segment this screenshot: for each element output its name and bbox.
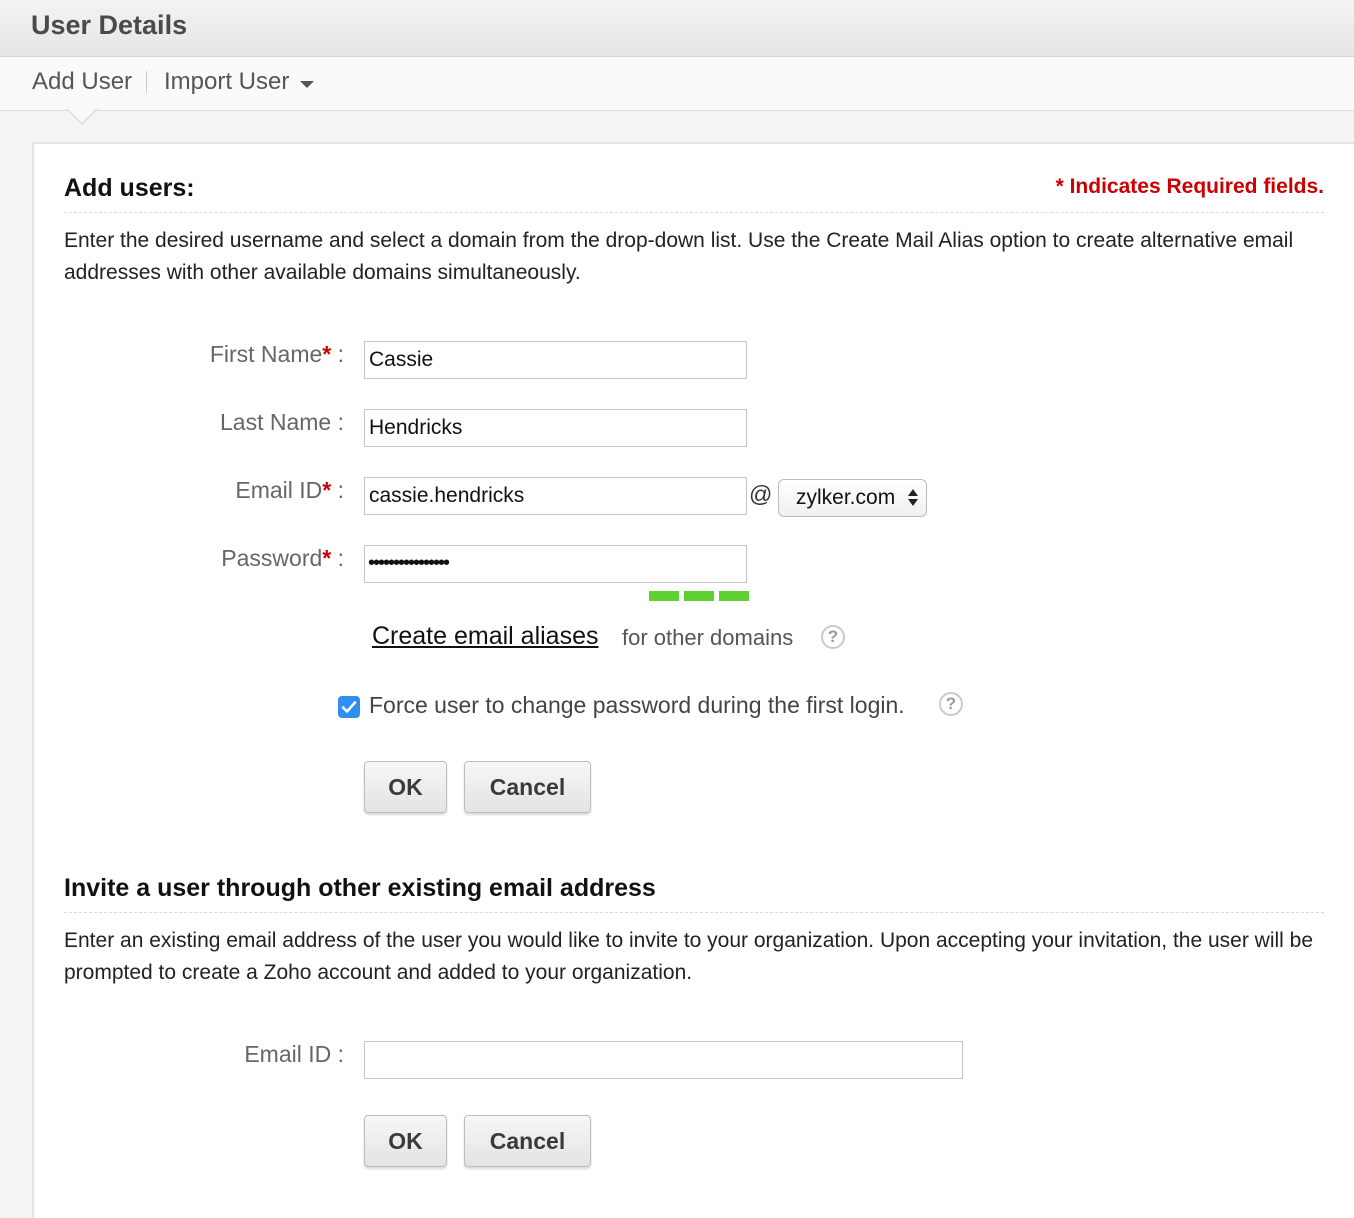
nav-separator xyxy=(146,71,147,93)
alias-suffix-text: for other domains xyxy=(622,625,794,650)
force-password-change-label[interactable]: Force user to change password during the… xyxy=(369,692,905,719)
password-strength-segment xyxy=(649,591,679,601)
password-masked-value: •••••••••••••••• xyxy=(368,552,450,574)
add-user-cancel-button[interactable]: Cancel xyxy=(464,761,591,813)
page-header: User Details xyxy=(0,0,1354,57)
add-users-heading: Add users: xyxy=(64,174,195,202)
first-name-label: First Name* : xyxy=(209,341,344,367)
section-divider xyxy=(64,912,1324,913)
password-strength-segment xyxy=(719,591,749,601)
create-email-aliases-link[interactable]: Create email aliases xyxy=(372,622,599,651)
add-user-ok-button[interactable]: OK xyxy=(364,761,447,813)
add-users-description: Enter the desired username and select a … xyxy=(64,229,1294,284)
check-icon xyxy=(341,701,357,713)
force-password-change-checkbox[interactable] xyxy=(338,696,360,718)
invite-email-label: Email ID : xyxy=(244,1041,344,1067)
user-details-page: User Details Add User Import User Add us… xyxy=(0,0,1354,1218)
password-strength-segment xyxy=(684,591,714,601)
domain-select[interactable]: zylker.com xyxy=(778,479,927,517)
help-icon[interactable]: ? xyxy=(821,625,845,649)
caret-down-icon[interactable] xyxy=(300,81,314,88)
required-fields-note: * Indicates Required fields. xyxy=(1055,175,1324,198)
page-title: User Details xyxy=(31,10,188,40)
email-username-input[interactable] xyxy=(364,477,747,515)
invite-cancel-button[interactable]: Cancel xyxy=(464,1115,591,1167)
add-user-tab[interactable]: Add User xyxy=(32,68,132,96)
first-name-input[interactable] xyxy=(364,341,747,379)
at-sign: @ xyxy=(749,481,773,507)
active-tab-pointer-inner xyxy=(67,108,97,123)
invite-user-heading: Invite a user through other existing ema… xyxy=(64,874,656,902)
section-divider xyxy=(64,212,1324,213)
import-user-menu[interactable]: Import User xyxy=(164,68,289,96)
help-icon[interactable]: ? xyxy=(939,692,963,716)
email-id-label: Email ID* : xyxy=(235,477,344,503)
password-label: Password* : xyxy=(221,545,344,571)
sub-navigation: Add User Import User xyxy=(0,57,1354,111)
invite-user-description: Enter an existing email address of the u… xyxy=(64,929,1314,984)
select-arrows-icon xyxy=(908,489,918,509)
last-name-label: Last Name : xyxy=(220,409,344,435)
last-name-input[interactable] xyxy=(364,409,747,447)
invite-email-input[interactable] xyxy=(364,1041,963,1079)
domain-select-value: zylker.com xyxy=(796,486,896,509)
invite-ok-button[interactable]: OK xyxy=(364,1115,447,1167)
